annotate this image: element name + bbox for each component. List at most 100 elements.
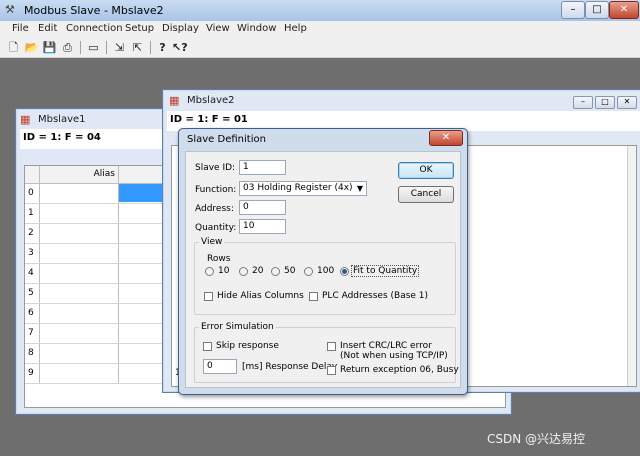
rows-10-radio[interactable] (205, 267, 214, 276)
mbslave1-id-text: ID = 1: F = 04 (23, 132, 101, 143)
close-button[interactable]: ✕ (609, 1, 639, 19)
address-field[interactable]: 0 (239, 200, 286, 215)
slave-id-label: Slave ID: (195, 163, 236, 173)
vertical-scrollbar[interactable] (627, 146, 636, 386)
transmit-icon[interactable]: ⇲ (112, 40, 127, 55)
table-row[interactable]: 0 (25, 184, 164, 204)
alias-header: Alias (40, 166, 119, 184)
mbslave2-close-button[interactable]: ✕ (617, 96, 637, 109)
row-number: 5 (28, 288, 34, 298)
rows-10-label: 10 (218, 266, 230, 276)
mbslave2-minimize-button[interactable]: – (573, 96, 593, 109)
table-row[interactable]: 1 (25, 204, 164, 224)
rows-label: Rows (207, 254, 231, 264)
ok-button[interactable]: OK (398, 162, 454, 179)
function-select-value: 03 Holding Register (4x) (243, 183, 353, 193)
address-label: Address: (195, 204, 234, 214)
row-number: 2 (28, 228, 34, 238)
chevron-down-icon: ▼ (356, 184, 363, 193)
minimize-button[interactable]: – (561, 1, 585, 19)
response-delay-field[interactable]: 0 (203, 359, 237, 374)
open-folder-icon[interactable]: 📂 (24, 40, 39, 55)
quantity-field[interactable]: 10 (239, 219, 286, 234)
row-number: 6 (28, 308, 34, 318)
table-row[interactable]: 4 (25, 264, 164, 284)
insert-crc-checkbox[interactable] (327, 342, 336, 351)
toolbar-separator (106, 41, 107, 54)
menu-window[interactable]: Window (237, 23, 276, 34)
view-group-title: View (199, 237, 225, 247)
view-group (194, 242, 456, 315)
row-number: 1 (28, 208, 34, 218)
menu-bar: File Edit Connection Setup Display View … (0, 21, 640, 38)
cancel-button[interactable]: Cancel (398, 186, 454, 203)
app-icon: ⚒ (5, 3, 15, 16)
rows-50-radio[interactable] (271, 267, 280, 276)
save-icon[interactable]: 💾 (42, 40, 57, 55)
function-select[interactable]: 03 Holding Register (4x) ▼ (239, 181, 367, 196)
return-exception-label: Return exception 06, Busy (340, 365, 459, 375)
toolbar: 🗋 📂 💾 ⎙ ▭ ⇲ ⇱ ? ↖? (0, 38, 640, 58)
function-label: Function: (195, 185, 237, 195)
table-row[interactable]: 3 (25, 244, 164, 264)
skip-response-label: Skip response (216, 341, 279, 351)
toolbar-separator (150, 41, 151, 54)
hide-alias-checkbox[interactable] (204, 292, 213, 301)
rows-100-radio[interactable] (304, 267, 313, 276)
mbslave2-title: Mbslave2 (187, 95, 235, 106)
mbslave2-maximize-button[interactable]: □ (595, 96, 615, 109)
window-icon[interactable]: ▭ (86, 40, 101, 55)
table-row[interactable]: 7 (25, 324, 164, 344)
dialog-title: Slave Definition (187, 134, 266, 145)
menu-display[interactable]: Display (162, 23, 199, 34)
table-row[interactable]: 2 (25, 224, 164, 244)
rows-fit-radio[interactable] (340, 267, 349, 276)
value-header (119, 166, 164, 184)
quantity-label: Quantity: (195, 223, 237, 233)
row-number: 3 (28, 248, 34, 258)
hide-alias-label: Hide Alias Columns (217, 291, 304, 301)
response-delay-label: [ms] Response Delay (242, 362, 338, 372)
row-number: 0 (28, 188, 34, 198)
insert-crc-label: Insert CRC/LRC error (340, 341, 432, 351)
menu-help[interactable]: Help (284, 23, 307, 34)
table-row[interactable]: 5 (25, 284, 164, 304)
rows-100-label: 100 (317, 266, 335, 276)
plc-addresses-checkbox[interactable] (309, 292, 318, 301)
rows-50-label: 50 (284, 266, 296, 276)
table-row[interactable]: 8 (25, 344, 164, 364)
new-file-icon[interactable]: 🗋 (6, 40, 21, 55)
slave-definition-dialog[interactable]: Slave Definition ✕ Slave ID: 1 Function:… (178, 128, 468, 395)
print-icon[interactable]: ⎙ (60, 40, 75, 55)
rows-20-radio[interactable] (239, 267, 248, 276)
row-number: 8 (28, 348, 34, 358)
menu-edit[interactable]: Edit (38, 23, 57, 34)
menu-view[interactable]: View (206, 23, 230, 34)
title-bar: ⚒ Modbus Slave - Mbslave2 – □ ✕ (0, 0, 640, 22)
dialog-body: Slave ID: 1 Function: 03 Holding Registe… (185, 151, 461, 388)
rows-20-label: 20 (252, 266, 264, 276)
dialog-close-button[interactable]: ✕ (429, 130, 463, 146)
grid-corner (25, 166, 40, 184)
window-title: Modbus Slave - Mbslave2 (24, 4, 164, 17)
receive-icon[interactable]: ⇱ (130, 40, 145, 55)
help-icon[interactable]: ? (155, 40, 170, 55)
watermark: CSDN @兴达易控 (487, 432, 586, 446)
skip-response-checkbox[interactable] (203, 342, 212, 351)
menu-file[interactable]: File (12, 23, 29, 34)
return-exception-checkbox[interactable] (327, 366, 336, 375)
menu-setup[interactable]: Setup (125, 23, 154, 34)
table-row[interactable]: 9 (25, 364, 164, 384)
table-row[interactable]: 6 (25, 304, 164, 324)
context-help-icon[interactable]: ↖? (172, 40, 188, 55)
menu-connection[interactable]: Connection (66, 23, 123, 34)
alias-header-label: Alias (93, 169, 115, 179)
document-icon: ▦ (169, 94, 180, 107)
slave-id-field[interactable]: 1 (239, 160, 286, 175)
error-group-title: Error Simulation (199, 322, 276, 332)
document-icon: ▦ (20, 113, 31, 126)
maximize-button[interactable]: □ (585, 1, 609, 19)
mbslave1-rows: 0 1 2 3 4 5 6 7 8 9 (25, 184, 164, 384)
row-number: 4 (28, 268, 34, 278)
mbslave2-id-text: ID = 1: F = 01 (170, 114, 248, 125)
